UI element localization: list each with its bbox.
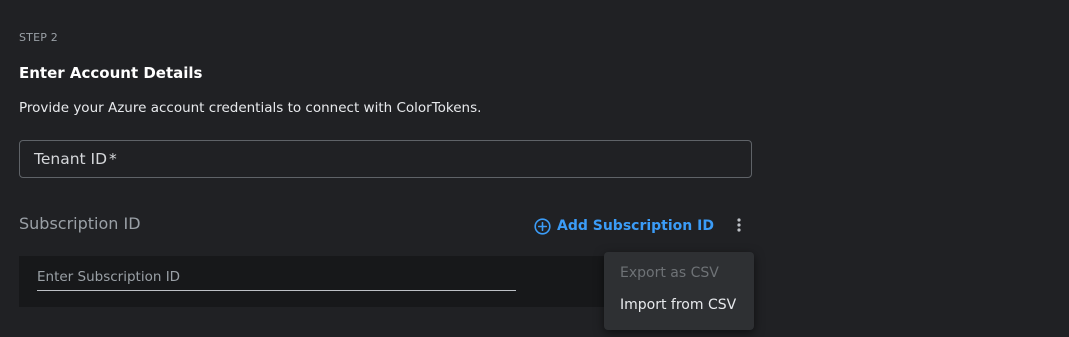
options-menu: Export as CSV Import from CSV: [604, 252, 754, 330]
section-title: Enter Account Details: [19, 64, 203, 82]
subscription-id-placeholder: Enter Subscription ID: [37, 269, 181, 285]
more-options-button[interactable]: [728, 214, 750, 238]
menu-item-export-csv: Export as CSV: [620, 265, 719, 281]
tenant-id-label-text: Tenant ID: [34, 150, 108, 168]
section-description: Provide your Azure account credentials t…: [19, 100, 482, 116]
plus-circle-icon: [534, 217, 551, 235]
required-asterisk: *: [109, 150, 117, 168]
menu-item-import-csv[interactable]: Import from CSV: [620, 297, 736, 313]
add-subscription-id-button[interactable]: Add Subscription ID: [534, 216, 714, 236]
subscription-id-row: Enter Subscription ID: [19, 256, 619, 307]
add-subscription-id-label: Add Subscription ID: [557, 218, 714, 234]
more-vertical-icon: [737, 217, 741, 236]
tenant-id-label: Tenant ID *: [34, 150, 117, 168]
subscription-id-input[interactable]: Enter Subscription ID: [37, 267, 516, 291]
subscription-id-label: Subscription ID: [19, 214, 141, 233]
step-indicator: STEP 2: [19, 31, 58, 44]
tenant-id-field[interactable]: Tenant ID *: [19, 140, 752, 178]
